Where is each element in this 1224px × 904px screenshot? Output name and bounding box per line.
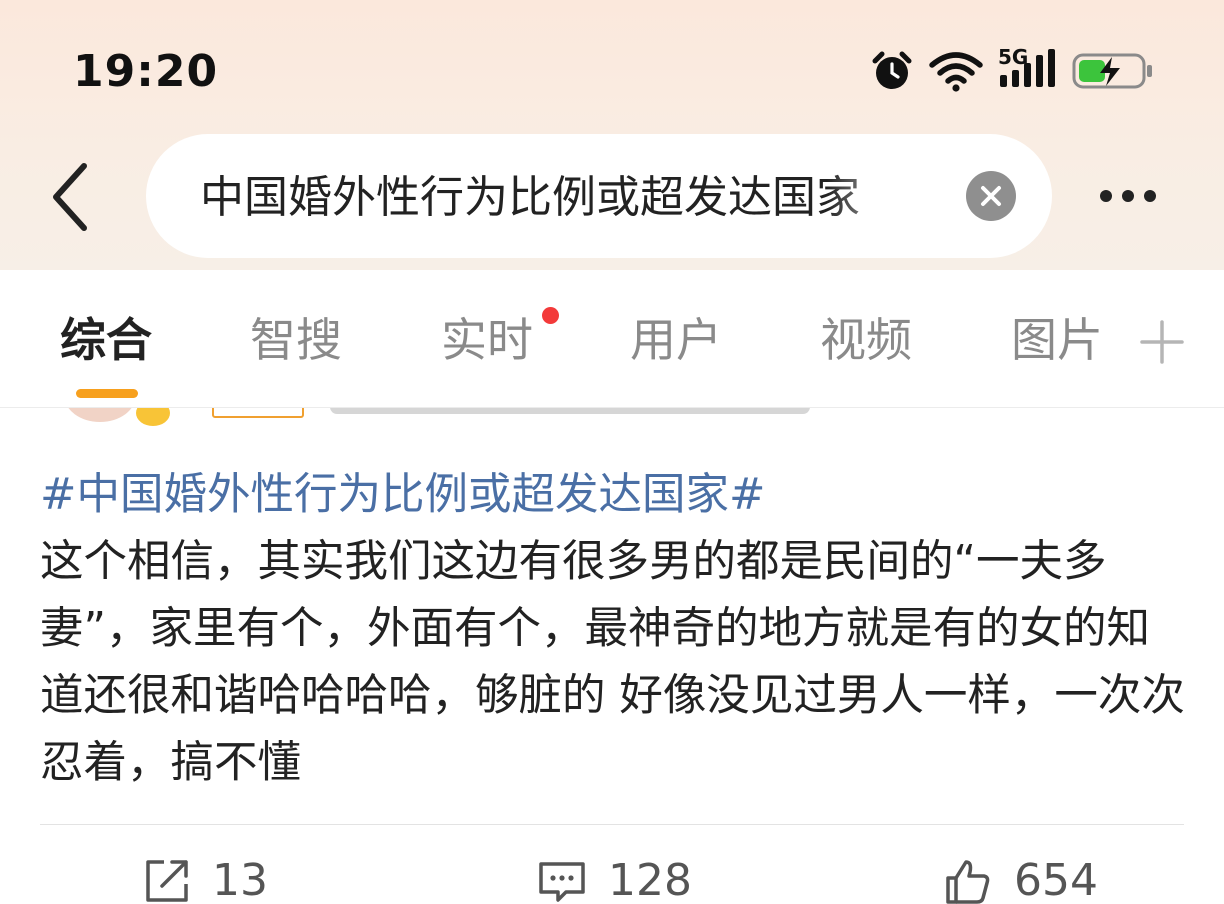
like-count: 654	[1014, 855, 1098, 904]
previous-post-peek	[0, 408, 1224, 430]
status-time: 19:20	[73, 46, 219, 97]
plus-icon	[1140, 320, 1184, 364]
chevron-left-icon	[53, 163, 87, 231]
member-badge	[212, 408, 304, 418]
repost-icon	[146, 860, 188, 902]
comment-icon	[539, 862, 585, 902]
tab-comprehensive[interactable]: 综合	[60, 310, 152, 370]
comment-count: 128	[608, 855, 692, 904]
tab-users[interactable]: 用户	[630, 310, 722, 370]
alarm-icon	[872, 51, 912, 89]
battery-charging-icon	[1072, 53, 1152, 89]
search-tabs: 综合 智搜 实时 用户 视频 图片	[0, 270, 1224, 408]
content-divider	[40, 824, 1184, 825]
add-tab-button[interactable]	[1140, 320, 1184, 364]
back-button[interactable]	[46, 162, 102, 232]
close-icon	[981, 186, 1001, 206]
more-dots-icon	[1100, 190, 1112, 202]
topic-link[interactable]: #中国婚外性行为比例或超发达国家#	[40, 470, 765, 520]
search-box[interactable]: 中国婚外性行为比例或超发达国家	[146, 134, 1052, 258]
repost-button[interactable]: 13	[142, 856, 268, 904]
thumbs-up-icon	[946, 860, 990, 904]
clear-search-button[interactable]	[966, 171, 1016, 221]
search-input[interactable]: 中国婚外性行为比例或超发达国家	[200, 170, 912, 226]
comment-button[interactable]: 128	[536, 856, 692, 904]
signal-icon: 5G	[998, 45, 1058, 93]
more-options-button[interactable]	[1094, 178, 1174, 214]
avatar[interactable]	[64, 408, 136, 422]
tab-videos[interactable]: 视频	[820, 310, 912, 370]
status-bar: 19:20 5G	[0, 0, 1224, 130]
post-actions: 13 128 654	[0, 850, 1224, 904]
tab-images[interactable]: 图片	[1011, 310, 1103, 370]
like-button[interactable]: 654	[942, 856, 1098, 904]
tab-realtime[interactable]: 实时	[441, 310, 533, 370]
verified-badge-icon	[136, 408, 170, 426]
repost-count: 13	[212, 855, 268, 904]
top-header-area: 19:20 5G 中国婚外性行为比例或超发达国家	[0, 0, 1224, 270]
post-meta	[330, 408, 810, 414]
status-icons: 5G	[870, 45, 1154, 94]
wifi-icon	[929, 52, 983, 92]
realtime-badge-dot	[542, 307, 559, 324]
post-card: #中国婚外性行为比例或超发达国家# 这个相信，其实我们这边有很多男的都是民间的“一…	[40, 462, 1190, 797]
post-body: 这个相信，其实我们这边有很多男的都是民间的“一夫多妻”，家里有个，外面有个，最神…	[40, 537, 1185, 788]
post-content: #中国婚外性行为比例或超发达国家# 这个相信，其实我们这边有很多男的都是民间的“一…	[40, 462, 1190, 797]
active-tab-indicator	[76, 389, 138, 398]
tab-smart-search[interactable]: 智搜	[250, 310, 342, 370]
